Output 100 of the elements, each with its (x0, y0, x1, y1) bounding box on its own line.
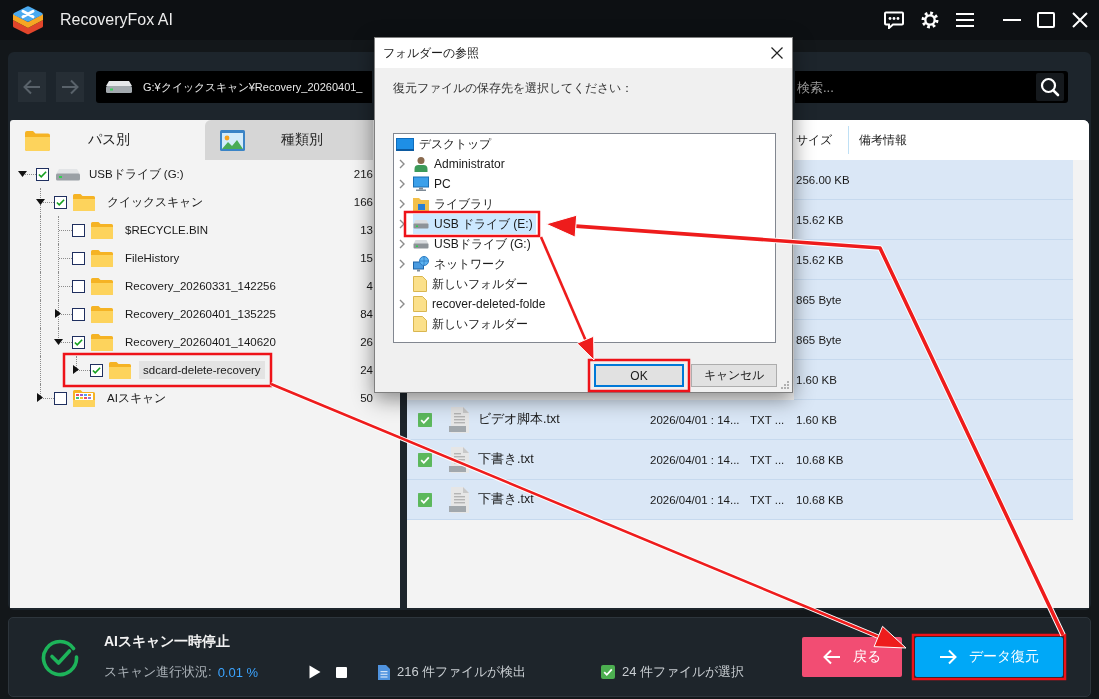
folder-icon (91, 333, 113, 351)
file-count: 26 (360, 336, 373, 348)
chat-bubble-icon[interactable] (884, 11, 904, 29)
menu-icon[interactable] (956, 12, 974, 28)
arrow-right-icon (61, 79, 79, 95)
tree-item[interactable]: Recovery_20260401_135225 (121, 305, 280, 323)
checkbox[interactable] (418, 452, 432, 467)
chevron-right-icon[interactable] (399, 179, 405, 189)
drive-icon (55, 167, 81, 181)
file-row[interactable]: 256.00 KB (794, 160, 1073, 200)
folder-icon (413, 296, 427, 312)
checkbox[interactable] (54, 391, 67, 405)
caret-right-icon[interactable] (73, 365, 79, 374)
app-logo (10, 3, 46, 37)
progress-label: スキャン進行状況: (104, 663, 212, 681)
folder-tree-item[interactable]: 新しいフォルダー (413, 274, 531, 294)
file-name: 下書き.txt (478, 491, 535, 508)
text-file-icon (448, 486, 470, 513)
document-icon (378, 664, 390, 680)
folder-tree-item[interactable]: 新しいフォルダー (413, 314, 531, 334)
drive-icon (413, 239, 429, 249)
app-title: RecoveryFox AI (60, 11, 173, 29)
file-count: 166 (353, 196, 373, 208)
arrow-left-icon (23, 79, 41, 95)
grid-folder-icon (73, 389, 95, 407)
folder-tree-item[interactable]: ライブラリ (413, 194, 497, 214)
checkbox[interactable] (72, 223, 85, 237)
chevron-right-icon[interactable] (399, 219, 405, 229)
minimize-icon[interactable] (1003, 18, 1021, 22)
selected-count: 24 件ファイルが選択 (622, 663, 745, 681)
network-globe-icon (413, 256, 429, 272)
settings-icon[interactable] (921, 11, 939, 29)
tree-item[interactable]: Recovery_20260331_142256 (121, 277, 280, 295)
column-header[interactable]: サイズ (790, 120, 848, 160)
folder-icon (413, 276, 427, 292)
close-icon[interactable] (771, 47, 783, 59)
column-header[interactable]: 備考情報 (848, 126, 907, 154)
folder-tree-item[interactable]: デスクトップ (396, 134, 494, 154)
folder-tree-item[interactable]: USB ドライブ (E:) (413, 214, 536, 234)
drive-icon (105, 80, 133, 94)
path-field[interactable]: G:¥クイックスキャン¥Recovery_20260401_ (96, 71, 372, 103)
chevron-right-icon[interactable] (399, 299, 405, 309)
checkbox[interactable] (90, 363, 103, 377)
checkbox[interactable] (36, 167, 49, 181)
file-count: 15 (360, 252, 373, 264)
found-count: 216 件ファイルが検出 (397, 663, 527, 681)
folder-icon (91, 249, 113, 267)
caret-down-icon[interactable] (54, 339, 63, 345)
folder-icon (91, 305, 113, 323)
drive-icon (413, 219, 429, 229)
folder-icon (91, 277, 113, 295)
tree-item[interactable]: クイックスキャン (103, 191, 207, 213)
progress-value: 0.01 % (217, 664, 259, 680)
checkbox[interactable] (72, 279, 85, 293)
caret-down-icon[interactable] (36, 199, 45, 205)
folder-icon (25, 129, 50, 151)
tab[interactable]: 種類別 (205, 120, 373, 160)
tree-item[interactable]: AIスキャン (103, 387, 170, 409)
stop-icon[interactable] (336, 666, 347, 678)
search-icon[interactable] (1036, 71, 1068, 103)
checked-box-icon (601, 665, 615, 679)
folder-icon (109, 361, 131, 379)
maximize-icon[interactable] (1037, 12, 1055, 28)
chevron-right-icon[interactable] (399, 259, 405, 269)
folder-tree-item[interactable]: recover-deleted-folde (413, 294, 549, 314)
file-count: 4 (366, 280, 373, 292)
chevron-right-icon[interactable] (399, 239, 405, 249)
caret-right-icon[interactable] (55, 309, 61, 318)
tree-item[interactable]: sdcard-delete-recovery (139, 361, 265, 379)
file-count: 13 (360, 224, 373, 236)
folder-tree-item[interactable]: Administrator (413, 154, 508, 174)
scan-status-title: AIスキャン一時停止 (104, 633, 231, 651)
folder-icon (91, 221, 113, 239)
library-folder-icon (413, 196, 429, 212)
folder-tree-item[interactable]: PC (413, 174, 454, 194)
tree-item[interactable]: FileHistory (121, 249, 184, 267)
caret-down-icon[interactable] (18, 171, 27, 177)
chevron-right-icon[interactable] (399, 199, 405, 209)
tree-item[interactable]: $RECYCLE.BIN (121, 221, 213, 239)
folder-tree-item[interactable]: ネットワーク (413, 254, 509, 274)
monitor-icon (413, 176, 429, 192)
checkbox[interactable] (72, 335, 85, 349)
caret-right-icon[interactable] (37, 393, 43, 402)
chevron-right-icon[interactable] (399, 159, 405, 169)
search-field[interactable]: 検索... (795, 71, 1036, 103)
file-name: 下書き.txt (478, 451, 535, 468)
arrow-right-icon (939, 649, 957, 665)
checkbox[interactable] (72, 307, 85, 321)
tree-item[interactable]: Recovery_20260401_140620 (121, 333, 280, 351)
arrow-left-icon (823, 649, 841, 665)
checkbox[interactable] (418, 412, 432, 427)
checkbox[interactable] (72, 251, 85, 265)
tree-item[interactable]: USBドライブ (G:) (85, 163, 188, 185)
folder-icon (413, 316, 427, 332)
play-icon[interactable] (309, 665, 321, 679)
folder-tree-item[interactable]: USBドライブ (G:) (413, 234, 534, 254)
checkbox[interactable] (418, 492, 432, 507)
user-icon (413, 156, 429, 172)
file-count: 50 (360, 392, 373, 404)
checkbox[interactable] (54, 195, 67, 209)
